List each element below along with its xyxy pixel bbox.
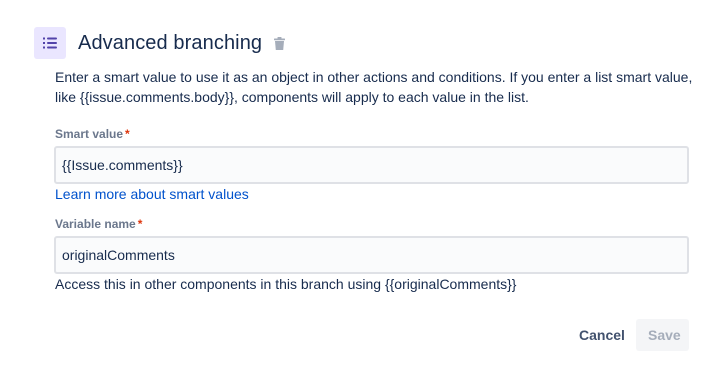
variable-name-label-text: Variable name xyxy=(55,217,136,231)
learn-more-link[interactable]: Learn more about smart values xyxy=(55,186,249,202)
smart-value-label-text: Smart value xyxy=(55,127,124,141)
variable-name-label: Variable name * xyxy=(55,217,142,231)
smart-value-label: Smart value * xyxy=(55,127,130,141)
list-icon xyxy=(34,27,66,59)
trash-icon[interactable] xyxy=(272,35,286,51)
variable-name-input[interactable] xyxy=(54,236,689,274)
save-button[interactable]: Save xyxy=(636,319,689,351)
panel-header: Advanced branching xyxy=(34,27,286,59)
required-marker: * xyxy=(137,217,143,231)
page-title: Advanced branching xyxy=(78,31,263,54)
branch-description: Enter a smart value to use it as an obje… xyxy=(55,69,693,105)
smart-value-input[interactable] xyxy=(54,146,689,184)
advanced-branching-panel: Advanced branching Enter a smart value t… xyxy=(0,0,712,387)
cancel-button[interactable]: Cancel xyxy=(567,319,637,351)
required-marker: * xyxy=(125,127,130,141)
variable-helper-text: Access this in other components in this … xyxy=(55,276,517,292)
